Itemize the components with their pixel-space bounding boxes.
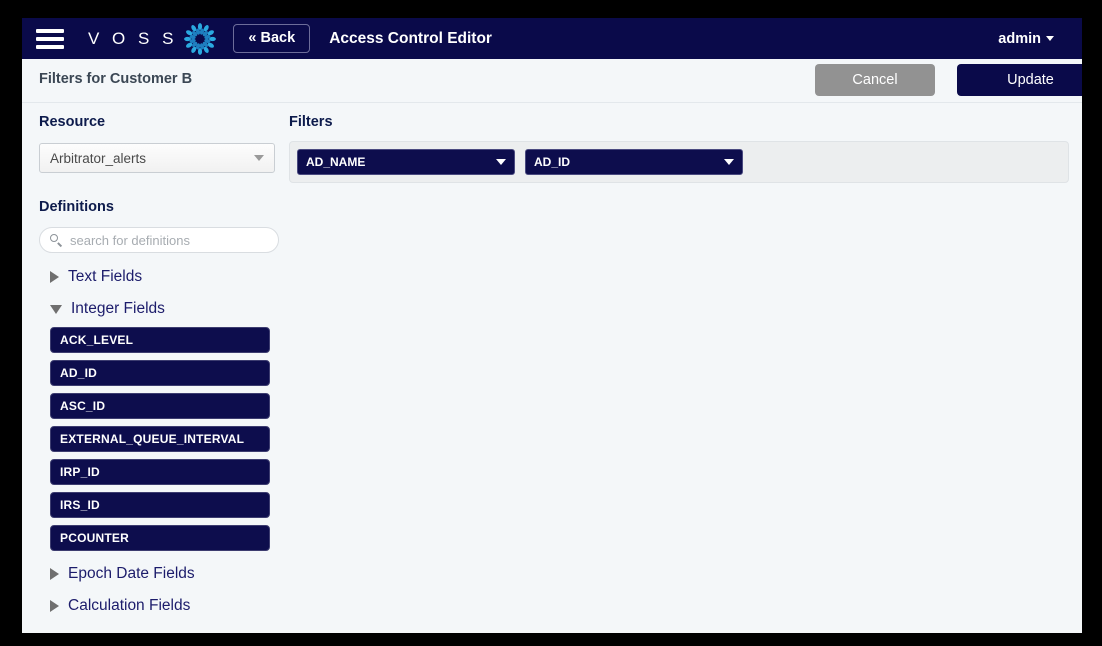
field-chip[interactable]: IRS_ID <box>50 492 270 518</box>
tree-group-label: Text Fields <box>68 268 142 286</box>
search-input[interactable] <box>70 233 268 248</box>
filters-subtitle: Filters for Customer B <box>39 71 192 87</box>
cancel-button[interactable]: Cancel <box>815 64 935 96</box>
tree-group-label: Epoch Date Fields <box>68 565 195 583</box>
triangle-right-icon <box>50 600 59 612</box>
back-button[interactable]: « Back <box>233 24 310 54</box>
select-caret-icon <box>254 155 264 161</box>
filters-label: Filters <box>289 114 333 130</box>
top-navigation-bar: V O S S <box>22 18 1082 59</box>
filter-chip[interactable]: AD_NAME <box>297 149 515 175</box>
field-chip-label: ASC_ID <box>60 399 105 413</box>
triangle-right-icon <box>50 271 59 283</box>
triangle-right-icon <box>50 568 59 580</box>
filter-chip-label: AD_ID <box>534 155 712 169</box>
integer-fields-list: ACK_LEVEL AD_ID ASC_ID EXTERNAL_QUEUE_IN… <box>39 325 289 551</box>
definitions-label: Definitions <box>39 199 114 215</box>
editor-content: Resource Arbitrator_alerts Filters AD_NA… <box>22 103 1082 633</box>
action-bar: Filters for Customer B Cancel Update <box>22 59 1082 103</box>
tree-group-label: Calculation Fields <box>68 597 190 615</box>
filter-chip[interactable]: AD_ID <box>525 149 743 175</box>
search-icon <box>50 234 63 247</box>
brand-wordmark: V O S S <box>88 29 177 49</box>
caret-down-icon <box>1046 36 1054 41</box>
tree-group-integer-fields[interactable]: Integer Fields <box>39 293 289 325</box>
field-chip[interactable]: AD_ID <box>50 360 270 386</box>
page-title: Access Control Editor <box>329 30 492 48</box>
field-chip-label: EXTERNAL_QUEUE_INTERVAL <box>60 432 244 446</box>
hamburger-menu-icon[interactable] <box>36 29 64 49</box>
tree-group-epoch-date-fields[interactable]: Epoch Date Fields <box>39 558 289 590</box>
hamburger-bar <box>36 29 64 33</box>
definitions-search-box[interactable] <box>39 227 279 253</box>
triangle-down-icon <box>50 305 62 314</box>
filters-dropzone[interactable]: AD_NAME AD_ID <box>289 141 1069 183</box>
user-menu-label: admin <box>998 31 1041 47</box>
user-menu[interactable]: admin <box>998 31 1054 47</box>
chip-caret-icon[interactable] <box>724 159 734 165</box>
voss-burst-logo-icon <box>183 22 217 56</box>
chip-caret-icon[interactable] <box>496 159 506 165</box>
filter-chip-label: AD_NAME <box>306 155 484 169</box>
tree-group-text-fields[interactable]: Text Fields <box>39 261 289 293</box>
field-chip[interactable]: ASC_ID <box>50 393 270 419</box>
hamburger-bar <box>36 45 64 49</box>
update-button[interactable]: Update <box>957 64 1082 96</box>
hamburger-bar <box>36 37 64 41</box>
field-chip-label: IRS_ID <box>60 498 100 512</box>
field-chip-label: AD_ID <box>60 366 97 380</box>
field-chip[interactable]: EXTERNAL_QUEUE_INTERVAL <box>50 426 270 452</box>
resource-select-value: Arbitrator_alerts <box>50 151 254 166</box>
field-chip-label: ACK_LEVEL <box>60 333 133 347</box>
tree-group-label: Integer Fields <box>71 300 165 318</box>
application-window: V O S S <box>22 18 1082 633</box>
field-chip-label: PCOUNTER <box>60 531 129 545</box>
resource-label: Resource <box>39 114 105 130</box>
field-chip[interactable]: PCOUNTER <box>50 525 270 551</box>
definitions-tree: Text Fields Integer Fields ACK_LEVEL AD_… <box>39 261 289 622</box>
field-chip[interactable]: ACK_LEVEL <box>50 327 270 353</box>
field-chip[interactable]: IRP_ID <box>50 459 270 485</box>
tree-group-calculation-fields[interactable]: Calculation Fields <box>39 590 289 622</box>
resource-select[interactable]: Arbitrator_alerts <box>39 143 275 173</box>
field-chip-label: IRP_ID <box>60 465 100 479</box>
